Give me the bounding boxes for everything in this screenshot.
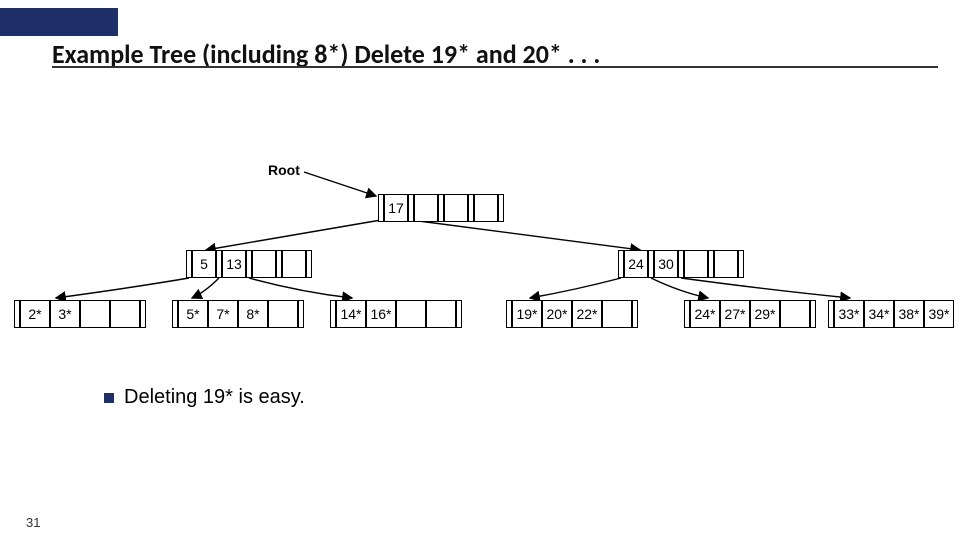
inner-right-key-0: 24	[624, 250, 648, 278]
root-key-0: 17	[384, 194, 408, 222]
inner-left-key-1: 13	[222, 250, 246, 278]
leaf-0: 2* 3*	[14, 300, 146, 328]
leaf-cell: 2*	[20, 300, 50, 328]
leaf-cell: 22*	[572, 300, 602, 328]
root-key-1	[414, 194, 438, 222]
leaf-cell: 16*	[366, 300, 396, 328]
inner-right-key-1: 30	[654, 250, 678, 278]
root-label: Root	[268, 162, 300, 178]
inner-left-key-2	[252, 250, 276, 278]
leaf-cell: 5*	[178, 300, 208, 328]
leaf-cell	[602, 300, 632, 328]
bullet-line: Deleting 19* is easy.	[104, 386, 305, 409]
leaf-cell	[110, 300, 140, 328]
leaf-cell	[268, 300, 298, 328]
leaf-cell	[426, 300, 456, 328]
ptr	[738, 250, 744, 278]
leaf-cell: 24*	[690, 300, 720, 328]
leaf-cell: 3*	[50, 300, 80, 328]
root-node: 17	[378, 194, 504, 222]
ptr	[140, 300, 146, 328]
bullet-icon	[104, 393, 114, 403]
leaf-cell: 33*	[834, 300, 864, 328]
ptr	[810, 300, 816, 328]
leaf-cell: 27*	[720, 300, 750, 328]
leaf-cell: 7*	[208, 300, 238, 328]
ptr	[632, 300, 638, 328]
ptr	[298, 300, 304, 328]
btree-diagram: Root 17 5 13 24 30 2*	[0, 150, 960, 350]
title-underline	[52, 66, 938, 68]
leaf-cell: 29*	[750, 300, 780, 328]
leaf-cell	[780, 300, 810, 328]
ptr	[456, 300, 462, 328]
root-key-2	[444, 194, 468, 222]
inner-right-key-3	[714, 250, 738, 278]
leaf-5: 33* 34* 38* 39*	[828, 300, 954, 328]
ptr	[498, 194, 504, 222]
leaf-cell: 38*	[894, 300, 924, 328]
ptr	[306, 250, 312, 278]
inner-left-key-0: 5	[192, 250, 216, 278]
leaf-3: 19* 20* 22*	[506, 300, 638, 328]
leaf-cell: 39*	[924, 300, 954, 328]
leaf-1: 5* 7* 8*	[172, 300, 304, 328]
leaf-cell	[80, 300, 110, 328]
inner-right-node: 24 30	[618, 250, 744, 278]
leaf-cell: 19*	[512, 300, 542, 328]
leaf-cell: 8*	[238, 300, 268, 328]
leaf-cell: 14*	[336, 300, 366, 328]
root-key-3	[474, 194, 498, 222]
inner-left-key-3	[282, 250, 306, 278]
leaf-cell	[396, 300, 426, 328]
leaf-2: 14* 16*	[330, 300, 462, 328]
leaf-4: 24* 27* 29*	[684, 300, 816, 328]
bullet-text: Deleting 19* is easy.	[124, 386, 305, 409]
header-accent-band	[0, 8, 118, 36]
inner-left-node: 5 13	[186, 250, 312, 278]
leaf-cell: 20*	[542, 300, 572, 328]
leaf-cell: 34*	[864, 300, 894, 328]
inner-right-key-2	[684, 250, 708, 278]
page-number: 31	[26, 515, 40, 530]
